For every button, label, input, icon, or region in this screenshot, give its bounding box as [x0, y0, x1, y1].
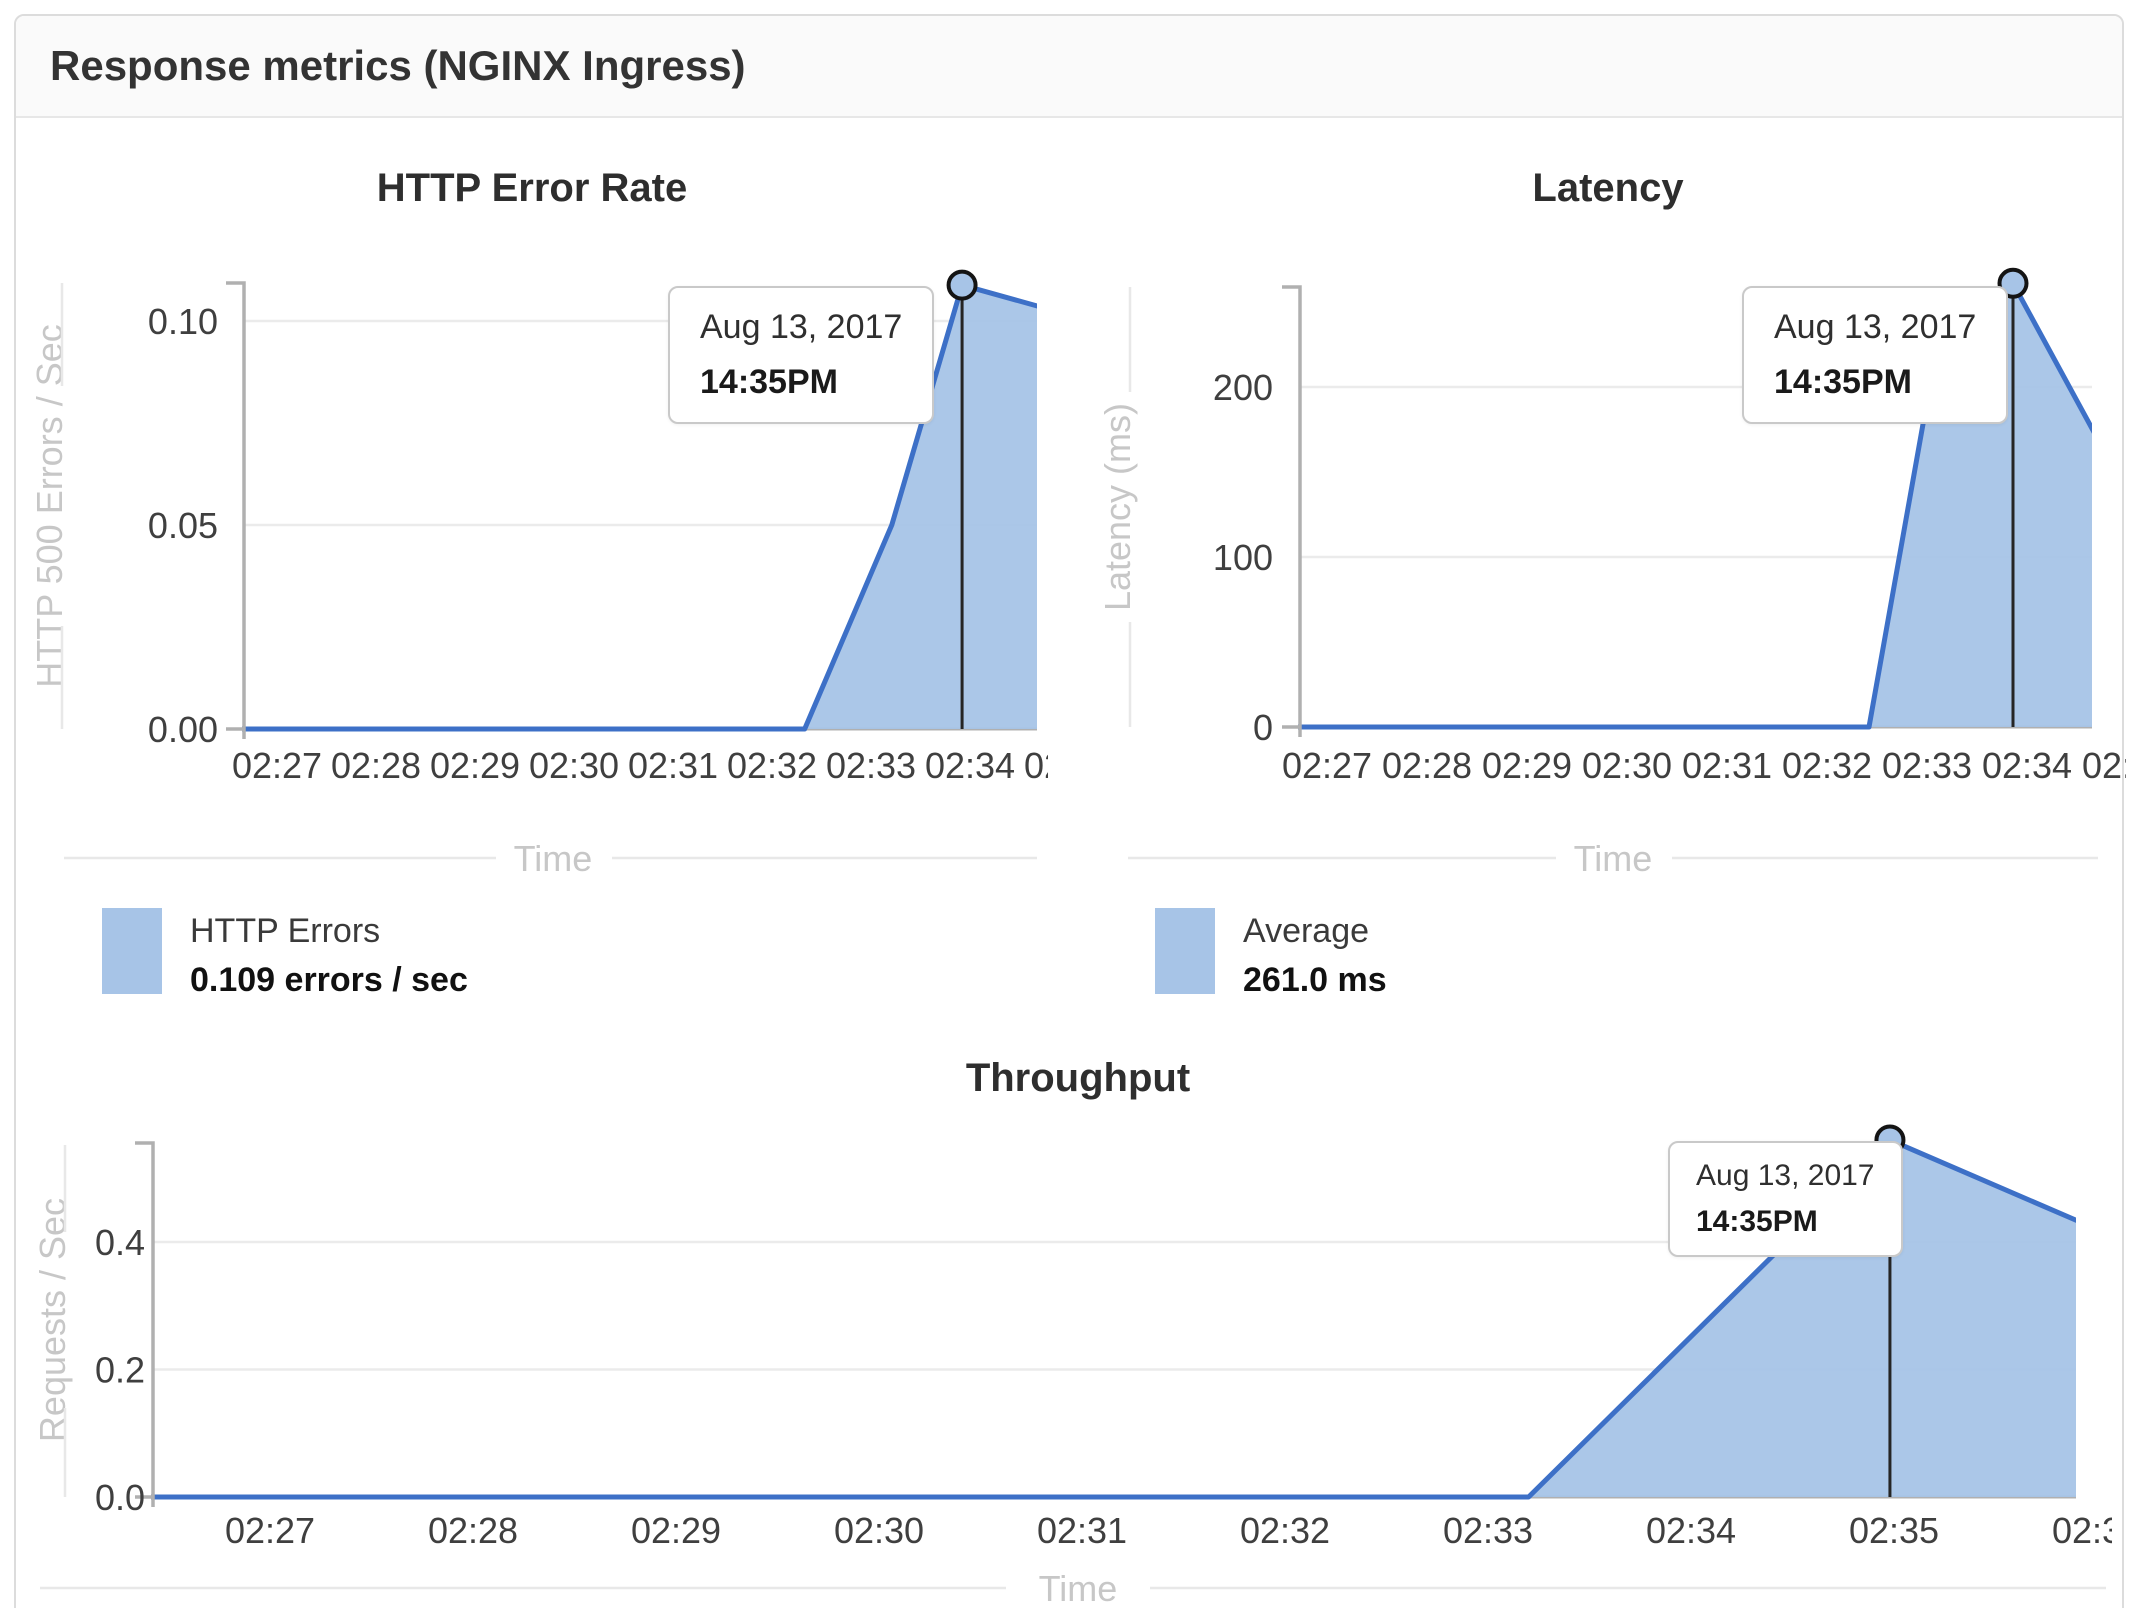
x-tick-label: 02:29: [1482, 745, 1572, 786]
y-axis: [135, 1141, 155, 1507]
tooltip-http-error-rate: Aug 13, 2017 14:35PM: [668, 286, 935, 424]
x-tick-label: 02:28: [1382, 745, 1472, 786]
legend-value: 0.109 errors / sec: [190, 961, 468, 999]
y-axis: [226, 281, 246, 739]
y-axis: [1282, 285, 1302, 737]
x-tick-label: 02:31: [1037, 1510, 1127, 1551]
x-tick-label: 02:35: [1849, 1510, 1939, 1551]
y-tick-label: 0.0: [95, 1477, 145, 1518]
tooltip-latency: Aug 13, 2017 14:35PM: [1742, 286, 2009, 424]
tooltip-throughput: Aug 13, 2017 14:35PM: [1668, 1141, 1903, 1257]
panel-header: Response metrics (NGINX Ingress): [16, 16, 2122, 118]
x-tick-label: 02:30: [1582, 745, 1672, 786]
y-tick-label: 0.00: [148, 709, 218, 750]
x-tick-label: 02:28: [428, 1510, 518, 1551]
tooltip-time: 14:35PM: [700, 363, 838, 401]
x-axis-title: Time: [1039, 1568, 1118, 1608]
tooltip-date: Aug 13, 2017: [1774, 308, 1977, 346]
legend-swatch-average: [1155, 908, 1215, 994]
x-axis-title: Time: [1574, 838, 1653, 879]
http-error-rate-chart[interactable]: 0.100.050.0002:27 02:28 02:29 02:30 02:31 02:…: [0, 130, 1048, 900]
response-metrics-screen: Response metrics (NGINX Ingress) HTTP Er…: [0, 0, 2142, 1608]
x-tick-label: 02:27: [232, 745, 322, 786]
y-axis-title: Requests / Sec: [32, 1198, 73, 1442]
x-tick-label: 02:33: [1882, 745, 1972, 786]
x-tick-label: 02:30: [529, 745, 619, 786]
x-tick-label: 02:32: [727, 745, 817, 786]
y-tick-label: 0.4: [95, 1222, 145, 1263]
legend-label: HTTP Errors: [190, 912, 381, 950]
x-tick-label: 02:32: [1240, 1510, 1330, 1551]
chart-title-latency: Latency: [1532, 166, 1684, 210]
x-tick-label: 02:27: [225, 1510, 315, 1551]
x-tick-label: 02:34: [1646, 1510, 1736, 1551]
y-tick-label: 0.05: [148, 505, 218, 546]
latency-chart[interactable]: 200100002:27 02:28 02:29 02:30 02:31 02:32 02:…: [1060, 130, 2126, 900]
tooltip-date: Aug 13, 2017: [1696, 1159, 1875, 1192]
y-axis-title: Latency (ms): [1097, 403, 1138, 611]
chart-title-http-error-rate: HTTP Error Rate: [376, 166, 688, 210]
y-tick-label: 200: [1213, 367, 1273, 408]
legend-value: 261.0 ms: [1243, 961, 1387, 999]
y-axis-title: HTTP 500 Errors / Sec: [29, 324, 70, 687]
x-tick-label: 02:34: [1982, 745, 2072, 786]
x-tick-label: 02:35: [2082, 745, 2126, 786]
x-tick-label: 02:33: [826, 745, 916, 786]
legend-label: Average: [1243, 912, 1370, 950]
x-tick-label: 02:27: [1282, 745, 1372, 786]
legend-average-latency: Average 261.0 ms: [1155, 908, 1387, 1000]
y-tick-label: 100: [1213, 537, 1273, 578]
x-tick-label: 02:32: [1782, 745, 1872, 786]
x-tick-label: 02:30: [834, 1510, 924, 1551]
chart-title-throughput: Throughput: [965, 1056, 1191, 1100]
y-tick-label: 0: [1253, 707, 1273, 748]
x-tick-label: 02:29: [631, 1510, 721, 1551]
x-tick-label: 02:34: [925, 745, 1015, 786]
y-tick-label: 0.10: [148, 301, 218, 342]
panel-title: Response metrics (NGINX Ingress): [50, 42, 746, 89]
tooltip-date: Aug 13, 2017: [700, 308, 903, 346]
x-axis-title: Time: [514, 838, 593, 879]
legend-swatch-http-errors: [102, 908, 162, 994]
legend-http-errors: HTTP Errors 0.109 errors / sec: [102, 908, 468, 1000]
x-tick-label: 02:29: [430, 745, 520, 786]
x-tick-label: 02:28: [331, 745, 421, 786]
y-tick-label: 0.2: [95, 1350, 145, 1391]
tooltip-time: 14:35PM: [1774, 363, 1912, 401]
x-tick-label: 02:31: [1682, 745, 1772, 786]
x-tick-label: 02:36: [2052, 1510, 2112, 1551]
tooltip-time: 14:35PM: [1696, 1205, 1818, 1238]
x-tick-label: 02:35: [1024, 745, 1048, 786]
x-tick-label: 02:33: [1443, 1510, 1533, 1551]
hover-marker-point[interactable]: [946, 269, 978, 301]
x-tick-label: 02:31: [628, 745, 718, 786]
